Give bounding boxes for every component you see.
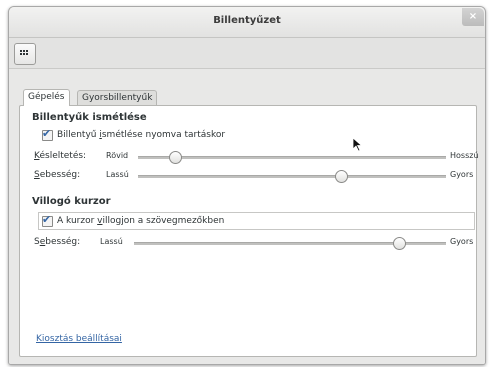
repeat-speed-max-label: Gyors xyxy=(450,170,474,179)
repeat-section-title: Billentyűk ismétlése xyxy=(32,112,147,123)
delay-max-label: Hosszú xyxy=(450,151,479,160)
blink-speed-max-label: Gyors xyxy=(450,237,474,246)
content-area: Gépelés Gyorsbillentyűk Billentyűk ismét… xyxy=(9,69,485,364)
repeat-speed-slider[interactable] xyxy=(138,175,446,178)
repeat-speed-min-label: Lassú xyxy=(106,170,129,179)
keyboard-window: Billentyűzet × Gépelés Gyorsbillentyűk B… xyxy=(8,6,486,365)
close-button[interactable]: × xyxy=(462,8,484,26)
tab-typing-label: Gépelés xyxy=(28,92,65,102)
show-all-settings-button[interactable] xyxy=(14,43,36,65)
layout-settings-link[interactable]: Kiosztás beállításai xyxy=(36,334,122,344)
delay-label: Késleltetés: xyxy=(34,151,87,161)
repeat-keys-checkbox[interactable]: ✔ xyxy=(42,127,53,141)
delay-slider[interactable] xyxy=(138,156,446,159)
check-icon: ✔ xyxy=(42,127,52,140)
repeat-keys-checkbox-row[interactable]: ✔ Billentyű ismétlése nyomva tartáskor xyxy=(42,127,342,142)
repeat-speed-slider-knob[interactable] xyxy=(335,170,349,183)
typing-panel: Billentyűk ismétlése ✔ Billentyű ismétlé… xyxy=(19,105,479,357)
delay-slider-knob[interactable] xyxy=(168,151,182,164)
cursor-blink-checkbox[interactable]: ✔ xyxy=(42,213,53,227)
delay-min-label: Rövid xyxy=(106,151,129,160)
mouse-pointer-icon xyxy=(352,137,363,152)
cursor-blink-checkbox-row[interactable]: ✔ A kurzor villogjon a szövegmezőkben xyxy=(42,213,342,228)
close-icon: × xyxy=(468,11,478,22)
toolbar xyxy=(9,38,485,69)
cursor-blink-label: A kurzor villogjon a szövegmezőkben xyxy=(57,216,225,226)
tab-shortcuts[interactable]: Gyorsbillentyűk xyxy=(77,90,158,106)
repeat-speed-label: Sebesség: xyxy=(34,170,81,180)
tab-shortcuts-label: Gyorsbillentyűk xyxy=(82,93,153,103)
blink-speed-min-label: Lassú xyxy=(100,237,123,246)
tab-typing[interactable]: Gépelés xyxy=(23,89,70,106)
window-title: Billentyűzet xyxy=(213,15,281,26)
blink-speed-label: Sebesség: xyxy=(34,237,81,247)
cursor-blink-section-title: Villogó kurzor xyxy=(32,196,111,207)
check-icon: ✔ xyxy=(42,213,52,226)
title-bar[interactable]: Billentyűzet × xyxy=(9,7,485,38)
repeat-keys-label: Billentyű ismétlése nyomva tartáskor xyxy=(57,130,226,140)
blink-speed-slider-knob[interactable] xyxy=(393,237,407,250)
